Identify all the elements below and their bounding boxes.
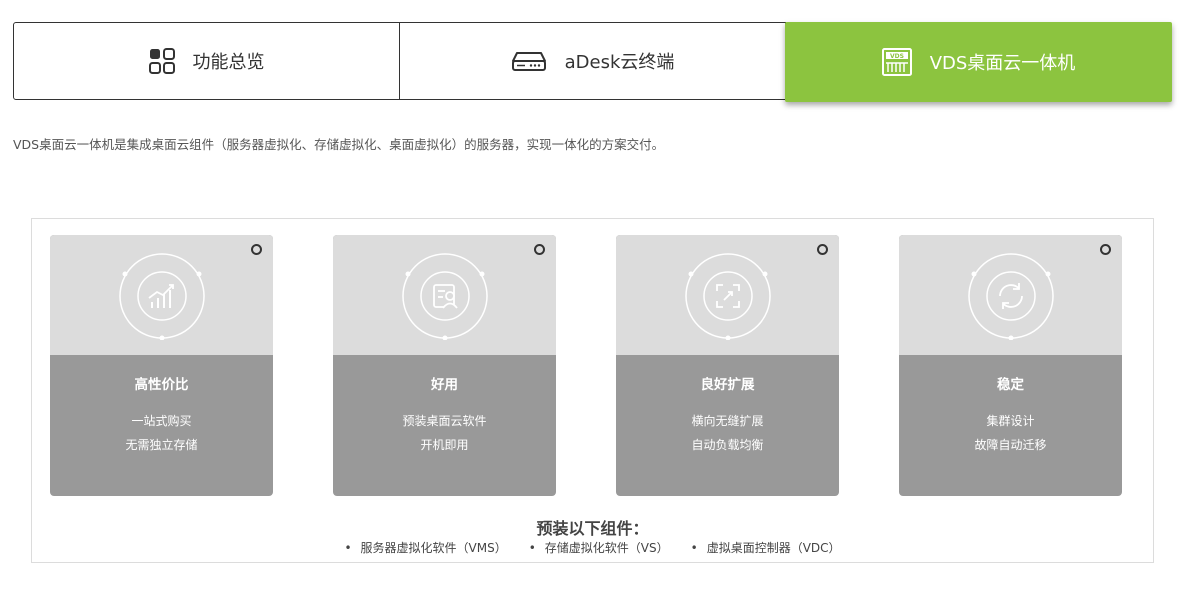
card-title: 稳定 xyxy=(997,377,1024,393)
components-heading: 预装以下组件： xyxy=(536,519,649,538)
component-item: 服务器虚拟化软件（VMS） xyxy=(344,539,507,556)
card-line: 预装桌面云软件 xyxy=(402,414,487,428)
user-document-icon xyxy=(402,253,488,340)
refresh-cycle-icon xyxy=(968,253,1054,340)
card-title: 好用 xyxy=(431,377,458,393)
card-indicator-dot xyxy=(1100,244,1111,255)
intro-text: VDS桌面云一体机是集成桌面云组件（服务器虚拟化、存储虚拟化、桌面虚拟化）的服务… xyxy=(13,137,665,152)
features-panel: 高性价比 一站式购买 无需独立存储 好用 预装桌面云软件 开机即用 良好扩展 横… xyxy=(31,218,1154,563)
card-line: 集群设计 xyxy=(986,414,1035,428)
chart-trend-icon xyxy=(119,253,205,340)
component-item: 存储虚拟化软件（VS） xyxy=(529,539,669,556)
components-list: 服务器虚拟化软件（VMS） 存储虚拟化软件（VS） 虚拟桌面控制器（VDC） xyxy=(32,539,1153,556)
card-line: 横向无缝扩展 xyxy=(691,414,764,428)
card-line: 自动负载均衡 xyxy=(691,438,764,452)
card-indicator-dot xyxy=(534,244,545,255)
tab-overview[interactable]: 功能总览 xyxy=(13,22,400,100)
tab-adesk-label: aDesk云终端 xyxy=(564,52,675,73)
tab-adesk[interactable]: aDesk云终端 xyxy=(399,22,786,100)
component-item: 虚拟桌面控制器（VDC） xyxy=(691,539,841,556)
svg-text:VDS: VDS xyxy=(890,53,904,60)
tab-bar: 功能总览 aDesk云终端 VDS VDS桌面云一体机 xyxy=(13,22,1172,102)
card-line: 一站式购买 xyxy=(131,414,192,428)
card-line: 开机即用 xyxy=(420,438,469,452)
feature-card-expand[interactable]: 良好扩展 横向无缝扩展 自动负载均衡 xyxy=(616,235,839,496)
expand-icon xyxy=(685,253,771,340)
card-title: 高性价比 xyxy=(134,377,189,393)
tab-vds[interactable]: VDS VDS桌面云一体机 xyxy=(785,22,1172,102)
card-line: 故障自动迁移 xyxy=(974,438,1047,452)
tab-overview-label: 功能总览 xyxy=(192,52,265,73)
feature-card-usable[interactable]: 好用 预装桌面云软件 开机即用 xyxy=(333,235,556,496)
card-line: 无需独立存储 xyxy=(125,438,198,452)
tab-vds-label: VDS桌面云一体机 xyxy=(929,53,1076,74)
card-indicator-dot xyxy=(817,244,828,255)
feature-card-cost[interactable]: 高性价比 一站式购买 无需独立存储 xyxy=(50,235,273,496)
vds-server-icon: VDS xyxy=(881,48,912,76)
grid-icon xyxy=(148,48,175,74)
feature-card-stable[interactable]: 稳定 集群设计 故障自动迁移 xyxy=(899,235,1122,496)
card-title: 良好扩展 xyxy=(700,377,755,393)
terminal-device-icon xyxy=(511,49,547,73)
card-indicator-dot xyxy=(251,244,262,255)
